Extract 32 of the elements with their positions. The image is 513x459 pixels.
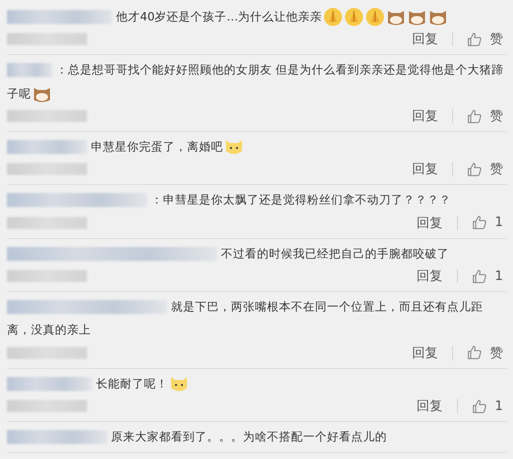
comment-text: 离，没真的亲上 [7, 322, 91, 337]
like-count[interactable]: 赞 [490, 160, 503, 178]
comment-text: 长能耐了呢！ [96, 376, 168, 390]
comment-text: 原来大家都看到了。。。为啥不搭配一个好看点儿的 [111, 429, 387, 444]
thumbs-up-icon[interactable] [472, 398, 487, 414]
reply-link[interactable]: 回复 [416, 397, 443, 416]
comment-text: ：总是想哥哥找个能好好照顾他的女朋友 但是为什么看到亲亲还是觉得他是个大猪蹄 [56, 62, 504, 77]
reply-link[interactable]: 回复 [412, 107, 438, 126]
comment-text: 就是下巴，两张嘴根本不在同一个位置上，而且还有点儿距 [171, 299, 483, 314]
like-count[interactable]: 1 [494, 215, 503, 230]
reply-link[interactable]: 回复 [416, 214, 443, 232]
comment-text: 申慧星你完蛋了，离婚吧 [91, 139, 223, 154]
like-count[interactable]: 1 [494, 268, 503, 284]
reply-link[interactable]: 回复 [412, 160, 438, 178]
thumbs-up-icon[interactable] [472, 268, 487, 284]
like-count[interactable]: 1 [494, 398, 503, 414]
like-count[interactable]: 赞 [490, 107, 503, 126]
like-count[interactable]: 赞 [490, 30, 503, 48]
thumbs-up-icon[interactable] [467, 108, 482, 124]
comment-text: ：申彗星是你太飘了还是觉得粉丝们拿不动刀了？？？？ [151, 192, 451, 207]
thumbs-up-icon[interactable] [472, 215, 487, 230]
reply-link[interactable]: 回复 [412, 344, 438, 362]
thumbs-up-icon[interactable] [467, 345, 482, 360]
reply-link[interactable]: 回复 [412, 30, 438, 48]
reply-link[interactable]: 回复 [416, 267, 443, 286]
thumbs-up-icon[interactable] [467, 162, 482, 177]
comment-text: 不过看的时候我已经把自己的手腕都咬破了 [221, 246, 449, 260]
thumbs-up-icon[interactable] [467, 32, 482, 47]
like-count[interactable]: 赞 [490, 344, 503, 362]
comment-text: 他才40岁还是个孩子…为什么让他亲亲 [116, 9, 322, 24]
blurred-name [7, 63, 52, 78]
comment-text: 子呢 [7, 86, 31, 100]
